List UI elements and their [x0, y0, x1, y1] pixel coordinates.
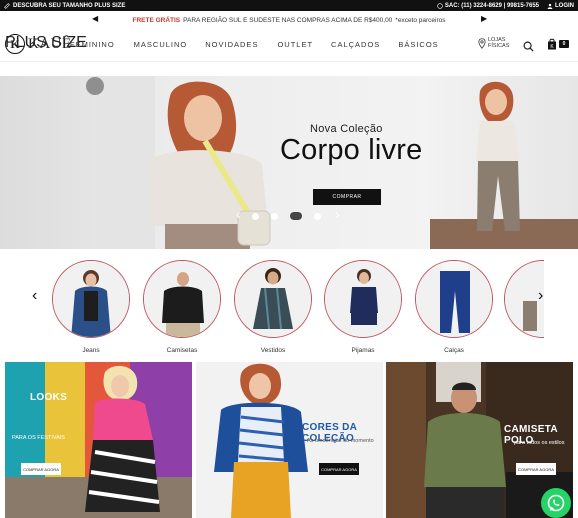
nav-item-basicos[interactable]: BÁSICOS [398, 40, 438, 49]
banner-cores-button[interactable]: COMPRAR AGORA [319, 463, 359, 475]
main-nav: FEMININO MASCULINO NOVIDADES OUTLET CALÇ… [70, 40, 439, 49]
user-icon [547, 3, 553, 9]
nav-item-calcados[interactable]: CALÇADOS [331, 40, 380, 49]
banner-looks-title: LOOKS [30, 392, 68, 403]
nav-item-novidades[interactable]: NOVIDADES [205, 40, 258, 49]
promo-text: PARA REGIÃO SUL E SUDESTE NAS COMPRAS AC… [183, 16, 393, 24]
sac-text: SAC: (11) 3224-8629 | 99815-7655 [444, 2, 539, 9]
whatsapp-icon [547, 494, 565, 512]
sac-contact[interactable]: SAC: (11) 3224-8629 | 99815-7655 [437, 3, 539, 9]
size-guide-link[interactable]: DESCUBRA SEU TAMANHO PLUS SIZE [4, 3, 125, 9]
hero-prev-arrow[interactable]: ‹ [236, 206, 241, 222]
hero-side-model-image [430, 81, 578, 249]
category-carousel: ‹ Jeans Camisetas Vestidos Pijamas Calça… [0, 250, 578, 358]
banner-looks-subtitle: PARA OS FESTIVAIS [12, 435, 65, 441]
hero-banner[interactable]: Nova Coleção Corpo livre COMPRAR ‹ › [0, 76, 578, 249]
hero-main-slide: Nova Coleção Corpo livre COMPRAR ‹ › [0, 76, 430, 249]
hero-title: Corpo livre [280, 134, 423, 166]
category-image [415, 260, 493, 338]
category-item-vestidos[interactable]: Vestidos [233, 260, 313, 354]
promo-bar: ◀ FRETE GRÁTIS PARA REGIÃO SUL E SUDESTE… [0, 11, 578, 29]
search-icon [523, 41, 534, 52]
location-pin-icon [478, 37, 486, 49]
category-image [52, 260, 130, 338]
category-label: Camisetas [166, 347, 198, 354]
site-header: K KAUÊ PLUS SIZE FEMININO MASCULINO NOVI… [0, 30, 578, 62]
category-image [143, 260, 221, 338]
nav-item-outlet[interactable]: OUTLET [277, 40, 313, 49]
categories-next-arrow[interactable]: › [538, 287, 543, 305]
hero-dot[interactable] [271, 212, 278, 220]
whatsapp-button[interactable] [541, 488, 571, 518]
size-guide-text: DESCUBRA SEU TAMANHO PLUS SIZE [13, 2, 126, 9]
ruler-icon [4, 2, 10, 9]
cart-button[interactable]: K 0 [547, 38, 569, 50]
category-item-calcas[interactable]: Calças [414, 260, 494, 354]
nav-item-masculino[interactable]: MASCULINO [134, 40, 188, 49]
stores-label-2: FÍSICAS [488, 43, 510, 49]
banner-looks[interactable]: LOOKS PARA OS FESTIVAIS COMPRAR AGORA [5, 362, 192, 518]
hero-shop-button[interactable]: COMPRAR [313, 189, 381, 205]
search-button[interactable] [523, 39, 534, 57]
banner-looks-button[interactable]: COMPRAR AGORA [21, 463, 61, 475]
stores-link[interactable]: LOJAS FÍSICAS [478, 37, 509, 49]
category-label: Pijamas [351, 347, 375, 354]
category-item-camisetas[interactable]: Camisetas [142, 260, 222, 354]
login-link[interactable]: LOGIN [547, 3, 574, 9]
banner-polo-button[interactable]: COMPRAR AGORA [516, 463, 556, 475]
hero-dot[interactable] [314, 212, 321, 220]
category-label: Calças [444, 347, 464, 354]
hero-next-slide-preview [430, 76, 578, 249]
banner-cores-subtitle: As tendências do momento [307, 438, 374, 444]
login-text: LOGIN [555, 2, 574, 9]
hero-dot[interactable] [252, 212, 259, 220]
promo-exception: *exceto parceiros [395, 16, 446, 24]
promo-highlight: FRETE GRÁTIS [132, 16, 181, 24]
hero-next-arrow[interactable]: › [335, 206, 340, 222]
category-label: Vestidos [260, 347, 286, 354]
cart-count-badge: 0 [559, 40, 569, 48]
hero-pagination [252, 212, 321, 220]
top-bar: DESCUBRA SEU TAMANHO PLUS SIZE SAC: (11)… [0, 0, 578, 11]
category-image [234, 260, 312, 338]
shopping-bag-icon: K [548, 38, 556, 50]
banner-polo-subtitle: para todos os estilos [514, 440, 565, 446]
hero-dot-active[interactable] [290, 212, 302, 220]
promo-banners: LOOKS PARA OS FESTIVAIS COMPRAR AGORA CO… [0, 362, 578, 518]
phone-icon [437, 2, 443, 9]
promo-prev-arrow[interactable]: ◀ [92, 14, 98, 23]
nav-item-feminino[interactable]: FEMININO [70, 40, 115, 49]
promo-next-arrow[interactable]: ▶ [481, 14, 487, 23]
category-label: Jeans [82, 347, 100, 354]
category-item-jeans[interactable]: Jeans [51, 260, 131, 354]
category-item-pijamas[interactable]: Pijamas [323, 260, 403, 354]
categories-prev-arrow[interactable]: ‹ [32, 287, 37, 305]
banner-cores[interactable]: CORES DA COLEÇÃO As tendências do moment… [196, 362, 383, 518]
category-image [324, 260, 402, 338]
